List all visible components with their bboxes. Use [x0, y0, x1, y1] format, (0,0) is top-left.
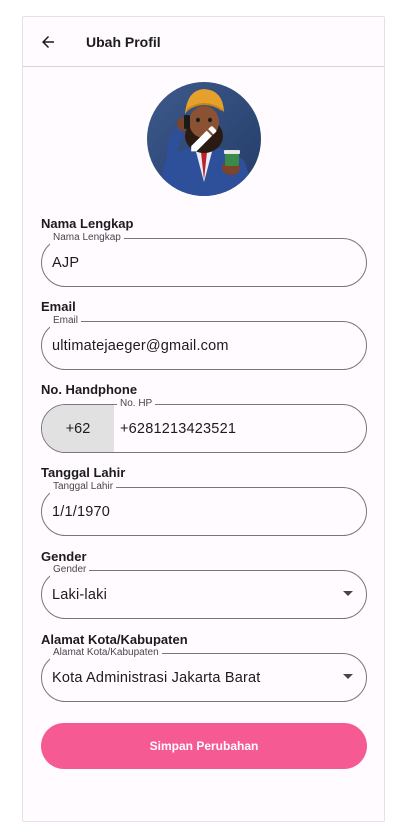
profile-edit-screen: Ubah Profil Nama Lengkap Nama Lengkap AJ…	[22, 16, 385, 822]
birth-date-value: 1/1/1970	[52, 503, 111, 520]
full-name-legend: Nama Lengkap	[50, 231, 124, 245]
phone-value: +6281213423521	[120, 420, 237, 437]
phone-section-label: No. Handphone	[41, 382, 138, 397]
email-section-label: Email	[41, 299, 76, 314]
country-code-prefix: +62	[42, 405, 114, 452]
birth-date-legend: Tanggal Lahir	[50, 480, 117, 494]
arrow-left-icon	[42, 36, 54, 48]
birth-date-section-label: Tanggal Lahir	[41, 465, 126, 480]
full-name-value: AJP	[52, 254, 80, 271]
back-button[interactable]	[37, 31, 59, 53]
dropdown-arrow-icon	[343, 591, 353, 596]
city-legend: Alamat Kota/Kabupaten	[50, 646, 162, 660]
gender-value: Laki-laki	[52, 586, 107, 603]
full-name-section-label: Nama Lengkap	[41, 216, 134, 231]
full-name-field[interactable]: Nama Lengkap AJP	[41, 231, 367, 287]
city-section-label: Alamat Kota/Kabupaten	[41, 632, 188, 647]
dropdown-arrow-icon	[343, 674, 353, 679]
avatar-image	[147, 82, 261, 196]
gender-dropdown[interactable]: Gender Laki-laki	[41, 563, 367, 619]
page-title: Ubah Profil	[86, 34, 161, 50]
email-value: ultimatejaeger@gmail.com	[52, 337, 229, 354]
birth-date-field[interactable]: Tanggal Lahir 1/1/1970	[41, 480, 367, 536]
email-legend: Email	[50, 314, 82, 328]
city-value: Kota Administrasi Jakarta Barat	[52, 669, 261, 686]
gender-legend: Gender	[50, 563, 90, 577]
save-changes-button[interactable]: Simpan Perubahan	[41, 723, 367, 769]
app-bar: Ubah Profil	[23, 17, 384, 67]
phone-field[interactable]: +62 No. HP +6281213423521	[41, 397, 367, 453]
city-dropdown[interactable]: Alamat Kota/Kabupaten Kota Administrasi …	[41, 646, 367, 702]
phone-legend: No. HP	[117, 397, 156, 411]
avatar[interactable]	[147, 82, 261, 196]
gender-section-label: Gender	[41, 549, 87, 564]
email-field[interactable]: Email ultimatejaeger@gmail.com	[41, 314, 367, 370]
